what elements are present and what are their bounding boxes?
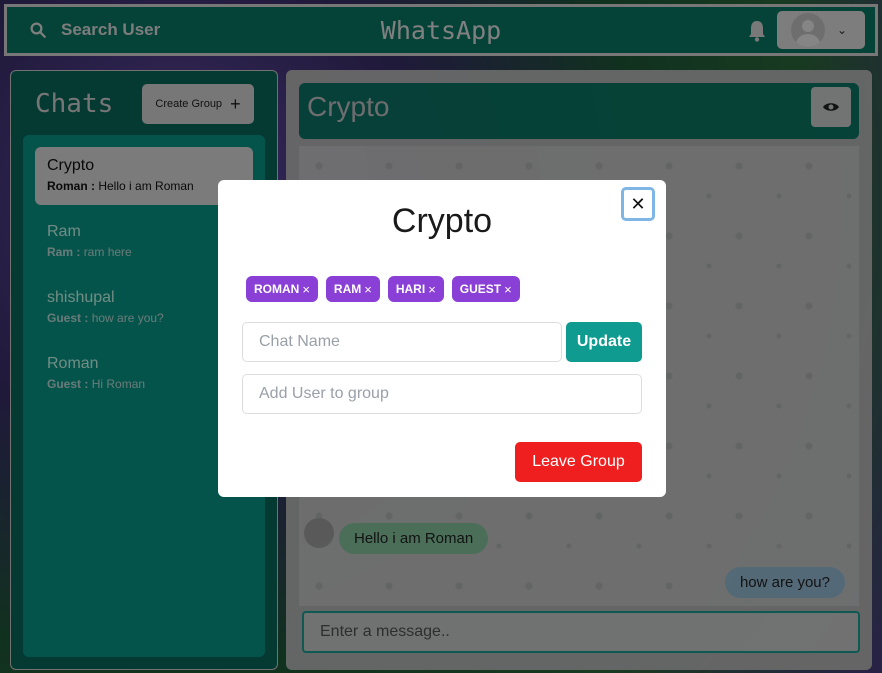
remove-icon[interactable]: × [428, 282, 436, 297]
member-tag-label: RAM [333, 282, 362, 296]
member-tag-label: HARI [395, 282, 426, 296]
member-tag[interactable]: ROMAN × [246, 276, 318, 302]
member-tags: ROMAN × RAM × HARI × GUEST × [246, 276, 520, 302]
modal-title: Crypto [391, 202, 493, 240]
remove-icon[interactable]: × [302, 282, 310, 297]
member-tag[interactable]: RAM × [325, 276, 380, 302]
remove-icon[interactable]: × [504, 282, 512, 297]
member-tag-label: GUEST [459, 282, 502, 296]
update-button[interactable]: Update [566, 322, 642, 362]
chat-name-input[interactable] [242, 322, 562, 362]
close-icon: ✕ [630, 193, 646, 214]
member-tag[interactable]: GUEST × [451, 276, 520, 302]
remove-icon[interactable]: × [364, 282, 372, 297]
close-button[interactable]: ✕ [621, 187, 655, 221]
member-tag[interactable]: HARI × [387, 276, 444, 302]
add-user-input[interactable] [242, 374, 642, 414]
member-tag-label: ROMAN [254, 282, 300, 296]
group-settings-modal: Crypto ✕ ROMAN× RAM× HARI× GUEST× Update… [218, 180, 666, 497]
leave-group-button[interactable]: Leave Group [515, 442, 642, 482]
